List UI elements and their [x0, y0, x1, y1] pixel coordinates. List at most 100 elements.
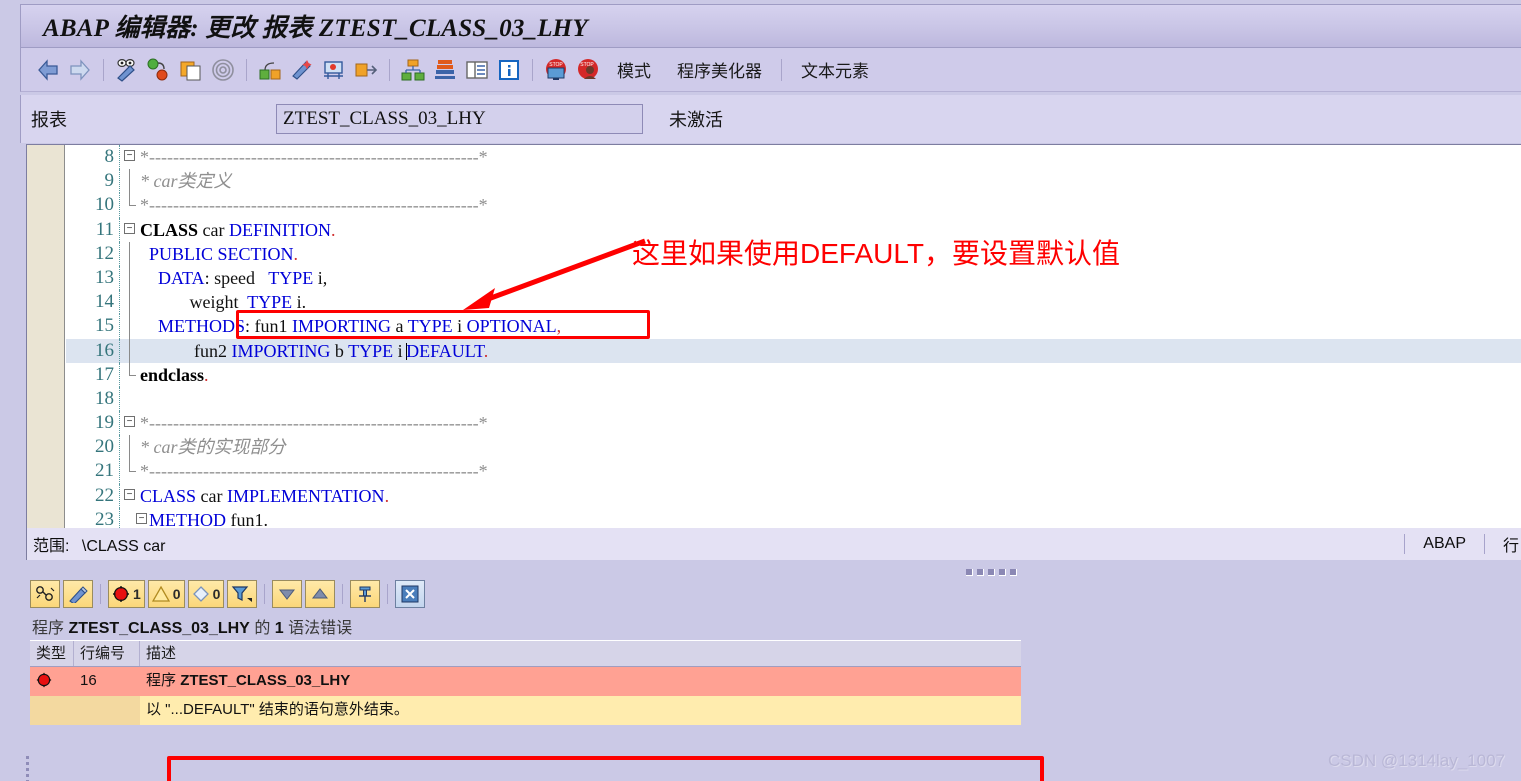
column-header-line[interactable]: 行编号 [74, 641, 140, 666]
toolbar-separator [342, 584, 344, 604]
splitter-grip[interactable] [966, 569, 1017, 576]
line-guide [119, 338, 120, 363]
toolbar-mode-button[interactable]: 模式 [605, 57, 663, 82]
toolbar-separator [100, 584, 101, 604]
line-number: 17 [95, 363, 114, 385]
code-text: *---------------------------------------… [140, 147, 488, 167]
toolbar-text-elements-button[interactable]: 文本元素 [789, 57, 881, 82]
split-screen-icon[interactable] [462, 55, 492, 85]
activate-icon[interactable] [255, 55, 285, 85]
navigation-stack-icon[interactable] [430, 55, 460, 85]
summary-count: 1 [274, 620, 284, 637]
table-row[interactable]: 16 程序 ZTEST_CLASS_03_LHY [30, 667, 1021, 696]
line-number: 21 [95, 460, 114, 482]
toolbar-separator [387, 584, 389, 604]
report-status-text: 未激活 [669, 110, 723, 130]
row-description-cell: 以 "...DEFAULT" 结束的语句意外结束。 [140, 696, 1021, 725]
fold-toggle-icon[interactable]: − [124, 488, 135, 500]
summary-middle: 的 [254, 620, 271, 637]
display-change-icon[interactable] [112, 55, 142, 85]
window-titlebar: ABAP 编辑器: 更改 报表 ZTEST_CLASS_03_LHY [20, 4, 1521, 48]
fold-toggle-icon[interactable]: − [124, 416, 135, 428]
goto-icon[interactable] [351, 55, 381, 85]
row-description-cell: 程序 ZTEST_CLASS_03_LHY [140, 667, 1021, 696]
fold-guide [129, 290, 130, 315]
syntax-check-button[interactable] [30, 580, 60, 608]
report-name-input[interactable] [276, 104, 643, 134]
debug-icon[interactable]: STOP [541, 55, 571, 85]
row-desc-program: ZTEST_CLASS_03_LHY [180, 672, 351, 689]
line-number: 23 [95, 508, 114, 528]
error-panel-toolbar: 1 0 0 [30, 580, 426, 608]
fold-guide [129, 314, 130, 339]
code-line[interactable]: 20 * car类的实现部分 [66, 435, 1521, 460]
scope-bar: 范围: \CLASS car ABAP 行 [26, 528, 1521, 560]
line-number: 22 [95, 484, 114, 506]
fold-guide-end [129, 193, 136, 207]
next-message-button[interactable] [272, 580, 303, 608]
scope-label-text: 范围: [33, 538, 70, 555]
line-number: 8 [104, 146, 115, 167]
fold-toggle-icon[interactable]: − [124, 150, 135, 161]
warnings-button[interactable]: 0 [147, 580, 185, 608]
pretty-printer-icon[interactable] [287, 55, 317, 85]
scope-row-label: 行 [1502, 538, 1519, 555]
annotation-text: 这里如果使用DEFAULT，要设置默认值 [632, 238, 1120, 269]
code-line[interactable]: 10 *-------------------------------------… [66, 193, 1521, 218]
info-messages-button[interactable]: 0 [187, 580, 225, 608]
copy-icon[interactable] [176, 55, 206, 85]
svg-text:STOP: STOP [549, 62, 563, 68]
fold-guide [129, 338, 130, 363]
line-guide [119, 507, 120, 528]
row-type-cell [30, 696, 74, 725]
fold-toggle-icon[interactable]: − [124, 222, 135, 234]
line-number: 10 [95, 194, 114, 216]
previous-message-button[interactable] [305, 580, 336, 608]
annotation-code-highlight-box [236, 310, 650, 339]
fold-guide [129, 435, 130, 460]
report-bar: 报表 未激活 [20, 95, 1521, 143]
pattern-icon[interactable] [208, 55, 238, 85]
info-icon[interactable] [494, 55, 524, 85]
edit-button[interactable] [63, 580, 93, 608]
object-list-icon[interactable] [398, 55, 428, 85]
fold-guide-end [129, 362, 136, 376]
toolbar-separator [103, 58, 104, 81]
scope-label: 范围: \CLASS car [27, 532, 166, 556]
table-row[interactable]: 以 "...DEFAULT" 结束的语句意外结束。 [30, 696, 1021, 725]
line-number: 11 [95, 218, 114, 240]
code-line[interactable]: 9 * car类定义 [66, 169, 1521, 194]
pin-button[interactable] [350, 580, 381, 608]
code-text: DATA: speed TYPE i, [158, 267, 328, 288]
close-panel-button[interactable] [395, 580, 426, 608]
code-line[interactable]: 18 [66, 386, 1521, 412]
where-used-icon[interactable] [319, 55, 349, 85]
syntax-error-panel: 1 0 0 程序 ZTEST_CLASS_03_LHY 的 1 语法错误 类型 … [26, 578, 1521, 781]
back-arrow-icon[interactable] [33, 55, 63, 85]
code-line[interactable]: 8− *-------------------------------------… [66, 145, 1521, 170]
main-toolbar: STOP STOP 模式 程序美化器 文本元素 [20, 48, 1521, 92]
column-header-type[interactable]: 类型 [30, 641, 74, 666]
breakpoint-icon[interactable]: STOP [573, 55, 603, 85]
code-line[interactable]: 23− METHOD fun1. [66, 507, 1521, 528]
line-guide [119, 386, 120, 412]
code-line[interactable]: 17 endclass. [66, 362, 1521, 387]
code-line[interactable]: 19− *------------------------------------… [66, 411, 1521, 436]
toolbar-separator [781, 58, 782, 81]
annotation-arrow-icon [455, 236, 655, 321]
code-line[interactable]: 16 fun2 IMPORTING b TYPE i DEFAULT. [66, 338, 1521, 363]
line-guide [119, 435, 120, 460]
summary-suffix: 语法错误 [288, 620, 353, 637]
errors-button[interactable]: 1 [108, 580, 145, 608]
scope-bar-right: ABAP 行 [1386, 528, 1521, 560]
toolbar-separator [532, 58, 533, 81]
row-type-cell [30, 667, 74, 696]
editor-breakpoint-column[interactable] [27, 145, 65, 528]
toolbar-pretty-printer-button[interactable]: 程序美化器 [665, 57, 774, 82]
filter-button[interactable] [227, 580, 258, 608]
code-line[interactable]: 22− CLASS car IMPLEMENTATION. [66, 483, 1521, 508]
column-header-description[interactable]: 描述 [140, 641, 1021, 666]
check-icon[interactable] [144, 55, 174, 85]
forward-arrow-icon[interactable] [65, 55, 95, 85]
code-line[interactable]: 21 *-------------------------------------… [66, 459, 1521, 484]
